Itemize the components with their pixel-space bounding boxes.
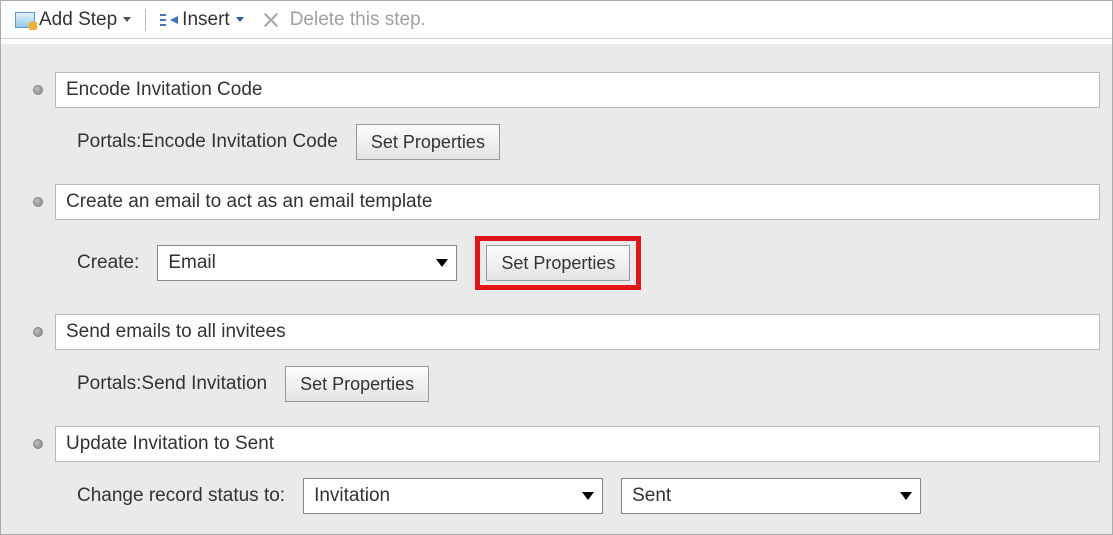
status-value-select[interactable]: Sent	[621, 478, 921, 514]
step-block: Change record status to: Invitation Sent	[13, 426, 1100, 514]
toolbar-separator	[145, 9, 146, 31]
chevron-down-icon	[436, 259, 448, 267]
step-title-input[interactable]	[55, 184, 1100, 220]
chevron-down-icon	[900, 492, 912, 500]
select-value: Invitation	[314, 485, 390, 507]
chevron-down-icon	[123, 17, 131, 22]
button-label: Set Properties	[300, 374, 414, 395]
delete-step-button: Delete this step.	[256, 7, 432, 33]
button-label: Set Properties	[501, 253, 615, 274]
step-block: Portals:Encode Invitation Code Set Prope…	[13, 72, 1100, 160]
insert-icon	[160, 12, 178, 28]
select-value: Email	[168, 252, 216, 274]
delete-icon	[262, 11, 280, 29]
change-status-label: Change record status to:	[77, 485, 285, 507]
step-bullet[interactable]	[33, 85, 43, 95]
set-properties-button[interactable]: Set Properties	[356, 124, 500, 160]
insert-label: Insert	[182, 9, 230, 31]
add-step-icon	[15, 12, 35, 28]
add-step-button[interactable]: Add Step	[9, 7, 137, 33]
workflow-editor: Add Step Insert Delete this step. Portal…	[0, 0, 1113, 535]
step-title-input[interactable]	[55, 314, 1100, 350]
create-label: Create:	[77, 252, 139, 274]
step-block: Create: Email Set Properties	[13, 184, 1100, 290]
set-properties-button[interactable]: Set Properties	[486, 245, 630, 281]
chevron-down-icon	[582, 492, 594, 500]
insert-button[interactable]: Insert	[154, 7, 250, 33]
step-title-input[interactable]	[55, 426, 1100, 462]
delete-label: Delete this step.	[290, 9, 426, 31]
highlighted-set-properties: Set Properties	[475, 236, 641, 290]
steps-canvas: Portals:Encode Invitation Code Set Prope…	[1, 39, 1112, 534]
status-entity-select[interactable]: Invitation	[303, 478, 603, 514]
select-value: Sent	[632, 485, 671, 507]
toolbar: Add Step Insert Delete this step.	[1, 1, 1112, 39]
step-bullet[interactable]	[33, 439, 43, 449]
add-step-label: Add Step	[39, 9, 117, 31]
step-detail-label: Portals:Encode Invitation Code	[77, 131, 338, 153]
step-block: Portals:Send Invitation Set Properties	[13, 314, 1100, 402]
create-entity-select[interactable]: Email	[157, 245, 457, 281]
set-properties-button[interactable]: Set Properties	[285, 366, 429, 402]
step-title-input[interactable]	[55, 72, 1100, 108]
step-detail-label: Portals:Send Invitation	[77, 373, 267, 395]
button-label: Set Properties	[371, 132, 485, 153]
step-bullet[interactable]	[33, 197, 43, 207]
step-bullet[interactable]	[33, 327, 43, 337]
chevron-down-icon	[236, 17, 244, 22]
